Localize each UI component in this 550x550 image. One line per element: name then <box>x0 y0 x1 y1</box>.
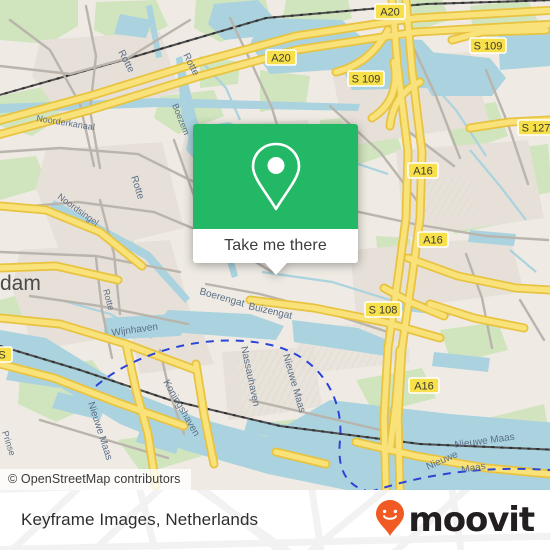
map-place-label: dam <box>0 272 41 295</box>
moovit-wordmark: moovit <box>408 500 535 540</box>
take-me-there-popup[interactable]: Take me there <box>193 124 358 275</box>
svg-text:A16: A16 <box>414 380 434 392</box>
moovit-map-card: Rotte Rotte Noorderkanaal Boezem Rotte Noords… <box>0 0 550 550</box>
svg-text:S 109: S 109 <box>474 40 503 52</box>
moovit-pin-icon <box>375 499 405 542</box>
popup-pointer-tail <box>264 263 287 275</box>
road-shield: A20 <box>374 3 406 20</box>
svg-text:A16: A16 <box>413 165 433 177</box>
popup-action-label: Take me there <box>224 237 327 254</box>
moovit-logo[interactable]: moovit <box>375 490 535 550</box>
road-shield: A16 <box>407 162 439 179</box>
svg-text:S 108: S 108 <box>369 304 398 316</box>
road-shield: S 109 <box>347 70 385 87</box>
map-attribution[interactable]: © OpenStreetMap contributors <box>0 469 191 490</box>
svg-text:A16: A16 <box>423 234 443 246</box>
road-shield: S 127 <box>517 119 550 136</box>
svg-text:A20: A20 <box>271 52 291 64</box>
road-shield: A20 <box>265 49 297 66</box>
road-shield: S <box>0 346 13 363</box>
map-pin-icon <box>248 140 304 214</box>
popup-image-area <box>193 124 358 229</box>
svg-text:S 127: S 127 <box>522 122 550 134</box>
road-shield: A16 <box>417 231 449 248</box>
card-footer: Keyframe Images, Netherlands moovit <box>0 490 550 550</box>
place-label-layer: dam <box>0 272 41 295</box>
popup-action-bar[interactable]: Take me there <box>193 229 358 263</box>
svg-text:S 109: S 109 <box>352 73 381 85</box>
road-shield: S 109 <box>469 37 507 54</box>
road-shield: A16 <box>408 377 440 394</box>
road-shield: S 108 <box>364 301 402 318</box>
svg-text:S: S <box>0 349 6 361</box>
svg-text:A20: A20 <box>380 6 400 18</box>
page-title: Keyframe Images, Netherlands <box>21 510 259 529</box>
